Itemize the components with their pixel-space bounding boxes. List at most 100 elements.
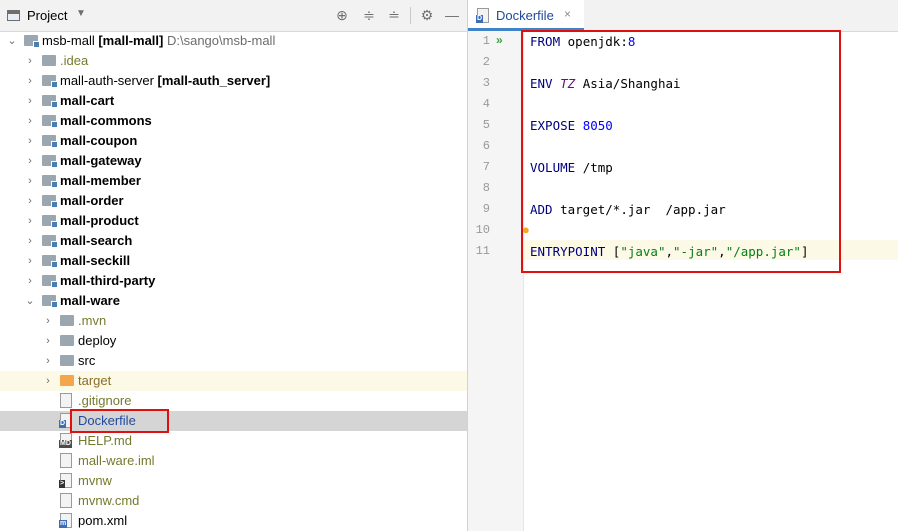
chevron-right-icon[interactable]: › <box>24 231 36 251</box>
chevron-right-icon[interactable]: › <box>24 191 36 211</box>
tree-item-label: deploy <box>78 331 116 351</box>
tree-row[interactable]: › mall-cart <box>0 91 467 111</box>
tree-row[interactable]: › .mvn <box>0 311 467 331</box>
line-number: 7 <box>482 160 490 174</box>
tree-item-label: mall-ware.iml <box>78 451 155 471</box>
chevron-right-icon[interactable]: › <box>24 251 36 271</box>
chevron-right-icon[interactable]: › <box>24 91 36 111</box>
tree-item-name: target <box>78 373 112 388</box>
maven-file-icon: m <box>59 513 72 528</box>
tree-row[interactable]: › mall-seckill <box>0 251 467 271</box>
chevron-right-icon[interactable]: › <box>42 311 54 331</box>
chevron-right-icon[interactable]: › <box>24 211 36 231</box>
tree-item-label: .gitignore <box>78 391 131 411</box>
tree-row[interactable]: › target <box>0 371 467 391</box>
chevron-right-icon[interactable]: › <box>24 71 36 91</box>
tree-item-name: .gitignore <box>78 393 132 408</box>
chevron-right-icon[interactable]: › <box>42 351 54 371</box>
tree-row[interactable]: MD HELP.md <box>0 431 467 451</box>
line-number: 11 <box>475 244 490 258</box>
tree-item-name: mall-gateway <box>60 153 142 168</box>
run-icon[interactable]: » <box>496 33 503 47</box>
project-title[interactable]: Project <box>27 8 67 23</box>
tree-row[interactable]: › mall-auth-server [mall-auth_server] <box>0 71 467 91</box>
tree-row[interactable]: ⌄ mall-ware <box>0 291 467 311</box>
chevron-right-icon[interactable]: › <box>24 131 36 151</box>
tree-item-name: mall-product <box>60 213 139 228</box>
chevron-right-icon[interactable]: › <box>24 171 36 191</box>
tree-row[interactable]: › deploy <box>0 331 467 351</box>
target-icon[interactable]: ⊕ <box>334 7 350 23</box>
tree-item-name: mall-auth-server <box>60 73 154 88</box>
chevron-down-icon[interactable]: ⌄ <box>24 291 36 311</box>
tree-row[interactable]: › mall-commons <box>0 111 467 131</box>
code-highlight-box <box>521 30 841 273</box>
project-toolbar: Project ▼ ⊕ ≑ ≐ ⚙ — <box>0 0 467 32</box>
chevron-right-icon[interactable]: › <box>24 271 36 291</box>
tree-row[interactable]: › src <box>0 351 467 371</box>
chevron-right-icon[interactable]: › <box>24 51 36 71</box>
tree-item-name: mall-order <box>60 193 124 208</box>
tree-item-label: mall-ware <box>60 291 120 311</box>
project-icon <box>7 10 20 21</box>
expand-icon[interactable]: ≑ <box>361 7 377 23</box>
tree-row[interactable]: › mall-search <box>0 231 467 251</box>
markdown-file-icon: MD <box>59 433 72 448</box>
module-folder-icon <box>42 155 58 168</box>
docker-file-icon: D <box>476 8 489 23</box>
tree-item-name: src <box>78 353 96 368</box>
tree-item-label: src <box>78 351 95 371</box>
chevron-right-icon[interactable]: › <box>24 151 36 171</box>
tree-item-name: mall-commons <box>60 113 152 128</box>
dropdown-arrow-icon[interactable]: ▼ <box>76 8 86 19</box>
chevron-right-icon[interactable]: › <box>42 331 54 351</box>
tree-row[interactable]: mall-ware.iml <box>0 451 467 471</box>
iml-file-icon <box>60 453 72 468</box>
chevron-right-icon[interactable]: › <box>24 111 36 131</box>
tree-item-label: mall-coupon <box>60 131 137 151</box>
tree-item-name: mall-cart <box>60 93 115 108</box>
tree-row[interactable]: > mvnw <box>0 471 467 491</box>
tree-row[interactable]: › mall-product <box>0 211 467 231</box>
module-folder-icon <box>42 95 58 108</box>
line-number: 2 <box>482 55 490 69</box>
folder-icon <box>60 355 74 366</box>
tab-dockerfile[interactable]: D Dockerfile × <box>468 0 584 31</box>
chevron-down-icon[interactable]: ⌄ <box>6 31 18 51</box>
minimize-icon[interactable]: — <box>444 7 460 23</box>
close-icon[interactable]: × <box>564 7 571 21</box>
tree-item-label: mall-search <box>60 231 132 251</box>
tree-item-label: mall-product <box>60 211 139 231</box>
tree-item-name: .mvn <box>78 313 107 328</box>
tree-item-name: pom.xml <box>78 513 128 528</box>
module-path: D:\sango\msb-mall <box>163 33 276 48</box>
tree-row[interactable]: mvnw.cmd <box>0 491 467 511</box>
tree-item-name: mall-third-party <box>60 273 156 288</box>
tree-row[interactable]: › .idea <box>0 51 467 71</box>
gear-icon[interactable]: ⚙ <box>419 7 435 23</box>
tree-row[interactable]: › mall-third-party <box>0 271 467 291</box>
tree-item-name: mall-ware <box>60 293 120 308</box>
tree-row[interactable]: › mall-gateway <box>0 151 467 171</box>
tree-item-label: .idea <box>60 51 88 71</box>
gitignore-file-icon <box>60 393 72 408</box>
tree-row[interactable]: ⌄ msb-mall [mall-mall] D:\sango\msb-mall <box>0 31 467 51</box>
tree-item-label: msb-mall [mall-mall] D:\sango\msb-mall <box>42 31 275 51</box>
chevron-right-icon[interactable]: › <box>42 371 54 391</box>
tree-item-name: msb-mall <box>42 33 95 48</box>
collapse-icon[interactable]: ≐ <box>386 7 402 23</box>
tree-item-label: pom.xml <box>78 511 127 531</box>
module-folder-icon <box>42 75 58 88</box>
tree-row[interactable]: › mall-member <box>0 171 467 191</box>
tree-row[interactable]: › mall-order <box>0 191 467 211</box>
module-folder-icon <box>42 215 58 228</box>
tree-item-label: mall-order <box>60 191 124 211</box>
tree-row[interactable]: m pom.xml <box>0 511 467 531</box>
tree-row[interactable]: › mall-coupon <box>0 131 467 151</box>
tree-item-name: mall-seckill <box>60 253 131 268</box>
project-panel: Project ▼ ⊕ ≑ ≐ ⚙ — ⌄ msb-mall [mall-mall… <box>0 0 468 531</box>
tree-item-name: mvnw.cmd <box>78 493 140 508</box>
tree-item-label: .mvn <box>78 311 106 331</box>
module-folder-icon <box>42 135 58 148</box>
tree-row[interactable]: .gitignore <box>0 391 467 411</box>
